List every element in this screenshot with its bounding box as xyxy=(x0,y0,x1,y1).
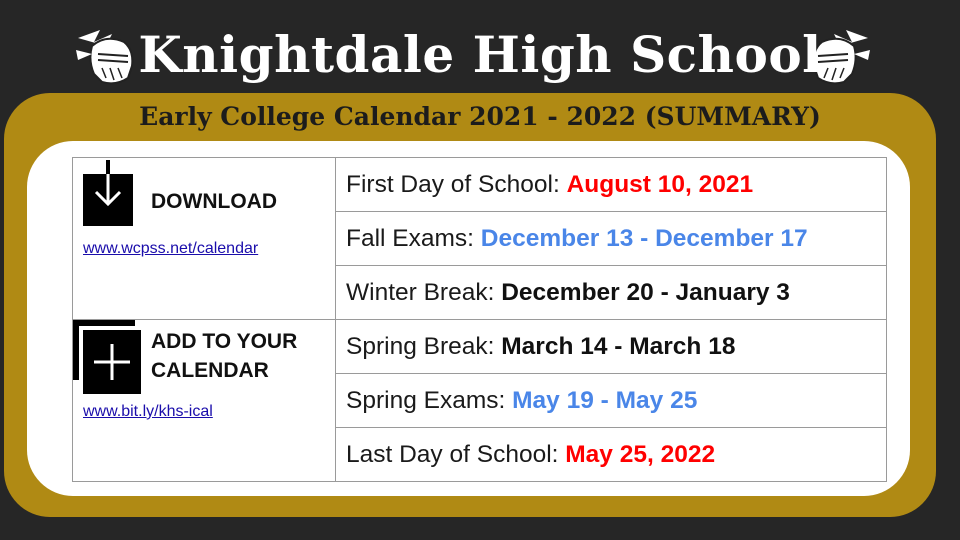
download-icon[interactable] xyxy=(83,160,133,226)
event-label: First Day of School: xyxy=(346,170,567,198)
page-subtitle: Early College Calendar 2021 - 2022 (SUMM… xyxy=(139,102,821,131)
event-date: December 20 - January 3 xyxy=(501,278,790,306)
event-first-day: First Day of School: August 10, 2021 xyxy=(335,157,887,212)
event-date: May 25, 2022 xyxy=(565,440,716,468)
event-label: Fall Exams: xyxy=(346,224,481,252)
event-label: Last Day of School: xyxy=(346,440,566,468)
event-date: December 13 - December 17 xyxy=(480,224,808,252)
event-label: Spring Exams: xyxy=(346,386,513,414)
add-calendar-label-line1: ADD TO YOUR xyxy=(151,330,298,353)
event-winter-break: Winter Break: December 20 - January 3 xyxy=(335,265,887,320)
add-calendar-label-line2: CALENDAR xyxy=(151,359,269,382)
event-spring-break: Spring Break: March 14 - March 18 xyxy=(335,319,887,374)
event-label: Spring Break: xyxy=(346,332,502,360)
download-link[interactable]: www.wcpss.net/calendar xyxy=(83,240,258,258)
download-cell: DOWNLOAD www.wcpss.net/calendar xyxy=(72,157,336,320)
event-date: March 14 - March 18 xyxy=(501,332,736,360)
calendar-table: DOWNLOAD www.wcpss.net/calendar First Da… xyxy=(72,157,887,482)
table-row: DOWNLOAD www.wcpss.net/calendar First Da… xyxy=(72,157,887,320)
event-date: August 10, 2021 xyxy=(566,170,754,198)
event-last-day: Last Day of School: May 25, 2022 xyxy=(335,427,887,482)
add-calendar-cell: ADD TO YOUR CALENDAR www.bit.ly/khs-ical xyxy=(72,319,336,482)
event-spring-exams: Spring Exams: May 19 - May 25 xyxy=(335,373,887,428)
add-calendar-link[interactable]: www.bit.ly/khs-ical xyxy=(83,403,213,421)
page-title: Knightdale High School xyxy=(138,25,822,84)
event-date: May 19 - May 25 xyxy=(512,386,698,414)
add-calendar-icon[interactable] xyxy=(73,320,141,394)
table-row: ADD TO YOUR CALENDAR www.bit.ly/khs-ical… xyxy=(72,319,887,482)
event-label: Winter Break: xyxy=(346,278,502,306)
download-label: DOWNLOAD xyxy=(151,190,277,213)
add-calendar-label: ADD TO YOUR CALENDAR xyxy=(151,327,297,385)
event-fall-exams: Fall Exams: December 13 - December 17 xyxy=(335,211,887,266)
